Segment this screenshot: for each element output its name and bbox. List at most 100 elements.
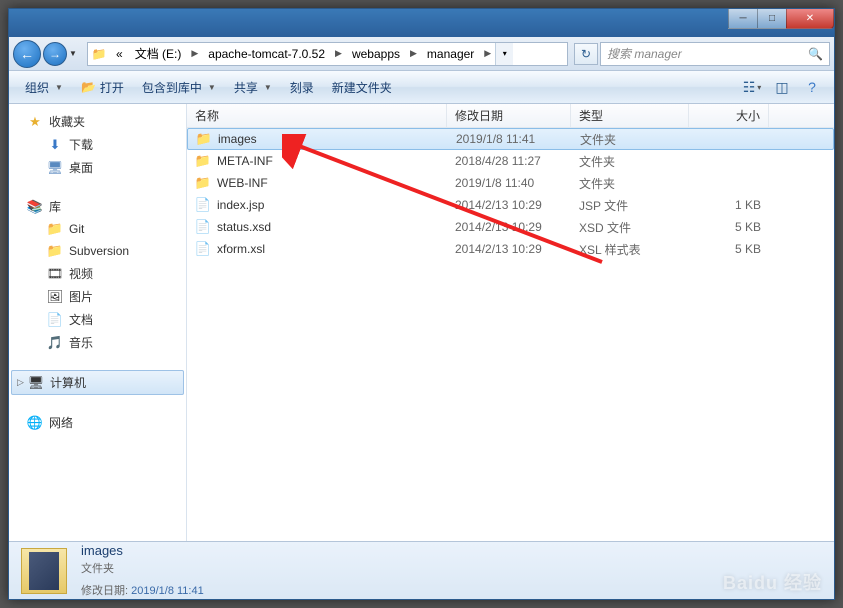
sidebar-item-videos[interactable]: 🎞视频 [9,262,186,285]
chevron-down-icon: ▼ [264,83,272,92]
file-list: 名称 修改日期 类型 大小 📁 images 2019/1/8 11:41 文件夹… [187,104,834,541]
column-headers: 名称 修改日期 类型 大小 [187,104,834,128]
new-folder-button[interactable]: 新建文件夹 [324,75,400,100]
share-button[interactable]: 共享▼ [226,75,280,100]
refresh-button[interactable]: ↻ [574,43,598,65]
file-name: images [218,132,257,146]
chevron-right-icon[interactable]: ▶ [406,48,421,59]
file-name: index.jsp [217,198,264,212]
organize-button[interactable]: 组织▼ [17,75,71,100]
file-date: 2019/1/8 11:41 [448,132,572,146]
breadcrumb-item[interactable]: apache-tomcat-7.0.52 [202,43,331,65]
sidebar-item-downloads[interactable]: ⬇下载 [9,133,186,156]
folder-icon: 📁 [88,43,110,65]
picture-icon: 🖼 [47,289,63,305]
sidebar-item-subversion[interactable]: 📁Subversion [9,240,186,262]
help-button[interactable]: ? [798,75,826,99]
close-button[interactable]: ✕ [786,9,834,29]
details-title: images [81,543,204,558]
preview-pane-button[interactable]: ◫ [768,75,796,99]
network-group: 🌐网络 [9,411,186,434]
history-dropdown[interactable]: ▼ [69,49,81,58]
sidebar-item-git[interactable]: 📁Git [9,218,186,240]
folder-icon: 📁 [47,243,63,259]
column-header-type[interactable]: 类型 [571,104,689,127]
chevron-down-icon: ▼ [55,83,63,92]
file-type: 文件夹 [571,175,689,192]
window-controls: ─ □ ✕ [729,9,834,29]
column-header-size[interactable]: 大小 [689,104,769,127]
chevron-down-icon: ▾ [757,83,761,92]
folder-icon: 📁 [196,131,212,147]
file-row[interactable]: 📄status.xsd 2014/2/13 10:29 XSD 文件 5 KB [187,216,834,238]
folder-icon: 📁 [195,153,211,169]
breadcrumb-item[interactable]: manager [421,43,480,65]
download-icon: ⬇ [47,137,63,153]
breadcrumb-prefix[interactable]: « [110,43,129,65]
search-icon[interactable]: 🔍 [808,47,823,61]
address-dropdown[interactable]: ▾ [495,43,513,65]
file-icon: 📄 [195,197,211,213]
burn-button[interactable]: 刻录 [282,75,322,100]
document-icon: 📄 [47,312,63,328]
libraries-header[interactable]: 📚库 [9,195,186,218]
navigation-pane[interactable]: ★收藏夹 ⬇下载 🖥桌面 📚库 📁Git 📁Subversion 🎞视频 🖼图片… [9,104,187,541]
file-date: 2014/2/13 10:29 [447,220,571,234]
chevron-right-icon[interactable]: ▶ [331,48,346,59]
maximize-button[interactable]: □ [757,9,787,29]
sidebar-item-documents[interactable]: 📄文档 [9,308,186,331]
forward-button[interactable]: → [43,42,67,66]
view-options-button[interactable]: ☷▾ [738,75,766,99]
navbar: ← → ▼ 📁 « 文档 (E:) ▶ apache-tomcat-7.0.52… [9,37,834,71]
folder-icon: 📁 [195,175,211,191]
search-input[interactable]: 搜索 manager 🔍 [600,42,830,66]
chevron-right-icon[interactable]: ▶ [187,48,202,59]
column-header-date[interactable]: 修改日期 [447,104,571,127]
titlebar[interactable]: ─ □ ✕ [9,9,834,37]
file-date: 2018/4/28 11:27 [447,154,571,168]
sidebar-item-pictures[interactable]: 🖼图片 [9,285,186,308]
file-date: 2014/2/13 10:29 [447,198,571,212]
file-row[interactable]: 📄 index.jsp 2014/2/13 10:29 JSP 文件 1 KB [187,194,834,216]
breadcrumb-item[interactable]: webapps [346,43,406,65]
address-bar[interactable]: 📁 « 文档 (E:) ▶ apache-tomcat-7.0.52 ▶ web… [87,42,568,66]
sidebar-item-network[interactable]: 🌐网络 [9,411,186,434]
sidebar-item-music[interactable]: 🎵音乐 [9,331,186,354]
file-size: 5 KB [689,220,769,234]
library-icon: 📚 [27,199,43,215]
back-button[interactable]: ← [13,40,41,68]
file-size: 1 KB [689,198,769,212]
network-icon: 🌐 [27,415,43,431]
file-rows[interactable]: 📁 images 2019/1/8 11:41 文件夹 📁 META-INF 201… [187,128,834,541]
file-name: WEB-INF [217,176,268,190]
file-name: META-INF [217,154,273,168]
file-row[interactable]: 📁WEB-INF 2019/1/8 11:40 文件夹 [187,172,834,194]
file-type: JSP 文件 [571,197,689,214]
details-subtitle: 文件夹 [81,560,204,576]
sidebar-item-computer[interactable]: ▷🖥计算机 [11,370,184,395]
file-row[interactable]: 📁 META-INF 2018/4/28 11:27 文件夹 [187,150,834,172]
details-meta: 修改日期: 2019/1/8 11:41 [81,582,204,598]
file-type: 文件夹 [572,131,690,148]
file-row[interactable]: 📁 images 2019/1/8 11:41 文件夹 [187,128,834,150]
file-icon: 📄 [195,241,211,257]
open-button[interactable]: 📂打开 [73,75,132,100]
favorites-group: ★收藏夹 ⬇下载 🖥桌面 [9,110,186,179]
include-library-button[interactable]: 包含到库中▼ [134,75,224,100]
sidebar-item-desktop[interactable]: 🖥桌面 [9,156,186,179]
minimize-button[interactable]: ─ [728,9,758,29]
toolbar: 组织▼ 📂打开 包含到库中▼ 共享▼ 刻录 新建文件夹 ☷▾ ◫ ? [9,71,834,104]
file-row[interactable]: 📄xform.xsl 2014/2/13 10:29 XSL 样式表 5 KB [187,238,834,260]
breadcrumb-item[interactable]: 文档 (E:) [129,43,188,65]
column-header-name[interactable]: 名称 [187,104,447,127]
chevron-down-icon: ▼ [208,83,216,92]
file-type: 文件夹 [571,153,689,170]
file-size: 5 KB [689,242,769,256]
file-type: XSD 文件 [571,219,689,236]
expand-icon: ▷ [17,377,24,388]
titlebar-drag[interactable] [9,9,729,37]
chevron-right-icon[interactable]: ▶ [480,48,495,59]
favorites-header[interactable]: ★收藏夹 [9,110,186,133]
file-icon: 📄 [195,219,211,235]
music-icon: 🎵 [47,335,63,351]
